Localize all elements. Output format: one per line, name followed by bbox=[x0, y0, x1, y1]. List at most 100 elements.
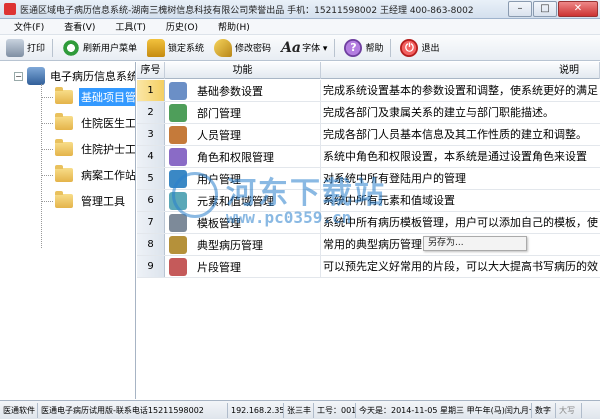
table-row[interactable]: 7 模板管理 系统中所有病历模板管理，用户可以添加自己的模板，使 bbox=[137, 212, 600, 234]
grid-body: 1 基础参数设置 完成系统设置基本的参数设置和调整，使系统更好的满足 2 部门管理 完成各… bbox=[137, 80, 600, 278]
function-icon bbox=[169, 257, 187, 276]
row-function-cell[interactable]: 人员管理 bbox=[165, 124, 321, 145]
row-description: 系统中所有病历模板管理，用户可以添加自己的模板，使 bbox=[323, 216, 598, 229]
status-user: 张三丰 bbox=[284, 402, 314, 418]
folder-icon bbox=[55, 165, 73, 182]
key-icon bbox=[214, 38, 233, 57]
tree-item-admin-tools[interactable]: 管理工具 bbox=[41, 190, 127, 212]
row-description: 系统中角色和权限设置，本系统是通过设置角色来设置 bbox=[323, 150, 587, 163]
row-function-cell[interactable]: 元素和值域管理 bbox=[165, 190, 321, 211]
table-row[interactable]: 9 片段管理 可以预先定义好常用的片段，可以大大提高书写病历的效 bbox=[137, 256, 600, 278]
tree-item-doctor-station[interactable]: 住院医生工作站 bbox=[41, 112, 136, 134]
tree-item-label: 住院护士工作站 bbox=[81, 143, 136, 156]
tree-item-label: 病案工作站 bbox=[81, 169, 136, 182]
change-password-label: 修改密码 bbox=[235, 44, 272, 54]
row-function-cell[interactable]: 部门管理 bbox=[165, 102, 321, 123]
row-seq: 2 bbox=[137, 102, 165, 123]
tree-item-records-station[interactable]: 病案工作站 bbox=[41, 164, 136, 186]
help-icon: ? bbox=[344, 38, 363, 57]
folder-icon bbox=[55, 113, 73, 130]
toolbar-separator bbox=[334, 38, 336, 57]
status-caps: 大写 bbox=[556, 402, 582, 418]
tree-item-basic-items[interactable]: 基础项目管理 bbox=[41, 86, 135, 108]
column-header-description[interactable]: 说明 bbox=[321, 62, 600, 79]
row-seq: 3 bbox=[137, 124, 165, 145]
table-row[interactable]: 2 部门管理 完成各部门及隶属关系的建立与部门职能描述。 bbox=[137, 102, 600, 124]
navigation-tree: − 电子病历信息系统 基础项目管理 住院医生工作站 住院护士工作站 病案工作站 … bbox=[0, 62, 136, 399]
collapse-icon[interactable]: − bbox=[14, 71, 23, 81]
row-description: 可以预先定义好常用的片段，可以大大提高书写病历的效 bbox=[323, 260, 598, 273]
row-description: 系统中所有元素和值域设置 bbox=[323, 194, 455, 207]
column-header-function[interactable]: 功能 bbox=[165, 62, 321, 79]
menu-file[interactable]: 文件(F) bbox=[14, 20, 44, 33]
user-icon bbox=[27, 67, 45, 85]
tree-root[interactable]: − 电子病历信息系统 bbox=[0, 66, 135, 86]
window-title: 医通区域电子病历信息系统-湖南三槐树信息科技有限公司荣誉出品 手机：152115… bbox=[20, 5, 474, 16]
tree-item-nurse-station[interactable]: 住院护士工作站 bbox=[41, 138, 136, 160]
grid-header: 序号 功能 说明 bbox=[137, 62, 600, 79]
function-grid: 序号 功能 说明 1 基础参数设置 完成系统设置基本的参数设置和调整，使系统更好的满… bbox=[137, 62, 600, 399]
row-seq: 6 bbox=[137, 190, 165, 211]
status-product: 医通电子病历试用版-联系电话15211598002 bbox=[38, 402, 228, 418]
print-button[interactable]: 打印 bbox=[2, 37, 49, 59]
font-button[interactable]: Aa 字体 ▾ bbox=[277, 37, 331, 59]
menu-view[interactable]: 查看(V) bbox=[64, 20, 95, 33]
row-function-cell[interactable]: 用户管理 bbox=[165, 168, 321, 189]
function-icon bbox=[169, 235, 187, 254]
row-function-cell[interactable]: 典型病历管理 bbox=[165, 234, 321, 255]
row-function-cell[interactable]: 角色和权限管理 bbox=[165, 146, 321, 167]
row-seq: 8 bbox=[137, 234, 165, 255]
font-icon: Aa bbox=[281, 39, 301, 56]
context-menu-save-as[interactable]: 另存为... bbox=[428, 238, 464, 248]
menu-history[interactable]: 历史(O) bbox=[166, 20, 198, 33]
status-bar: 医通软件 医通电子病历试用版-联系电话15211598002 192.168.2… bbox=[0, 400, 600, 419]
column-header-seq[interactable]: 序号 bbox=[137, 62, 165, 79]
function-icon bbox=[169, 169, 187, 188]
row-function-cell[interactable]: 模板管理 bbox=[165, 212, 321, 233]
menu-bar: 文件(F) 查看(V) 工具(T) 历史(O) 帮助(H) bbox=[0, 19, 600, 35]
tree-connector bbox=[41, 148, 53, 150]
table-row[interactable]: 6 元素和值域管理 系统中所有元素和值域设置 bbox=[137, 190, 600, 212]
minimize-button[interactable]: – bbox=[508, 1, 532, 17]
lock-system-button[interactable]: 锁定系统 bbox=[143, 37, 208, 59]
toolbar: 打印 刷新用户菜单 锁定系统 修改密码 Aa 字体 ▾ ? 帮助 ⏻ 退出 bbox=[0, 35, 600, 61]
refresh-menu-button[interactable]: 刷新用户菜单 bbox=[58, 37, 141, 59]
maximize-button[interactable]: □ bbox=[533, 1, 557, 17]
row-function-cell[interactable]: 片段管理 bbox=[165, 256, 321, 277]
refresh-menu-label: 刷新用户菜单 bbox=[83, 44, 138, 54]
exit-icon: ⏻ bbox=[400, 38, 419, 57]
exit-label: 退出 bbox=[421, 44, 440, 54]
lock-icon bbox=[147, 38, 166, 57]
row-seq: 9 bbox=[137, 256, 165, 277]
exit-button[interactable]: ⏻ 退出 bbox=[396, 37, 443, 59]
row-function-cell[interactable]: 基础参数设置 bbox=[165, 80, 321, 101]
function-icon bbox=[169, 191, 187, 210]
menu-tools[interactable]: 工具(T) bbox=[115, 20, 146, 33]
change-password-button[interactable]: 修改密码 bbox=[210, 37, 275, 59]
toolbar-separator bbox=[52, 38, 54, 57]
table-row[interactable]: 5 用户管理 对系统中所有登陆用户的管理 bbox=[137, 168, 600, 190]
table-row[interactable]: 8 典型病历管理 常用的典型病历管理 bbox=[137, 234, 600, 256]
row-function: 典型病历管理 bbox=[197, 238, 263, 252]
tree-item-label: 管理工具 bbox=[81, 195, 125, 208]
function-icon bbox=[169, 103, 187, 122]
window-controls: – □ ✕ bbox=[507, 1, 598, 17]
tree-connector bbox=[41, 96, 53, 98]
row-function: 用户管理 bbox=[197, 172, 241, 186]
help-button[interactable]: ? 帮助 bbox=[340, 37, 387, 59]
printer-icon bbox=[6, 38, 24, 57]
menu-help[interactable]: 帮助(H) bbox=[218, 20, 250, 33]
table-row[interactable]: 4 角色和权限管理 系统中角色和权限设置，本系统是通过设置角色来设置 bbox=[137, 146, 600, 168]
tree-item-label: 住院医生工作站 bbox=[81, 117, 136, 130]
row-description: 对系统中所有登陆用户的管理 bbox=[323, 172, 466, 185]
tree-connector bbox=[41, 200, 53, 202]
row-seq: 4 bbox=[137, 146, 165, 167]
refresh-icon bbox=[62, 38, 81, 57]
folder-icon bbox=[55, 139, 73, 156]
close-button[interactable]: ✕ bbox=[558, 1, 598, 17]
table-row[interactable]: 3 人员管理 完成各部门人员基本信息及其工作性质的建立和调整。 bbox=[137, 124, 600, 146]
app-icon bbox=[4, 3, 16, 15]
row-seq: 7 bbox=[137, 212, 165, 233]
folder-icon bbox=[55, 191, 73, 208]
table-row[interactable]: 1 基础参数设置 完成系统设置基本的参数设置和调整，使系统更好的满足 bbox=[137, 80, 600, 102]
